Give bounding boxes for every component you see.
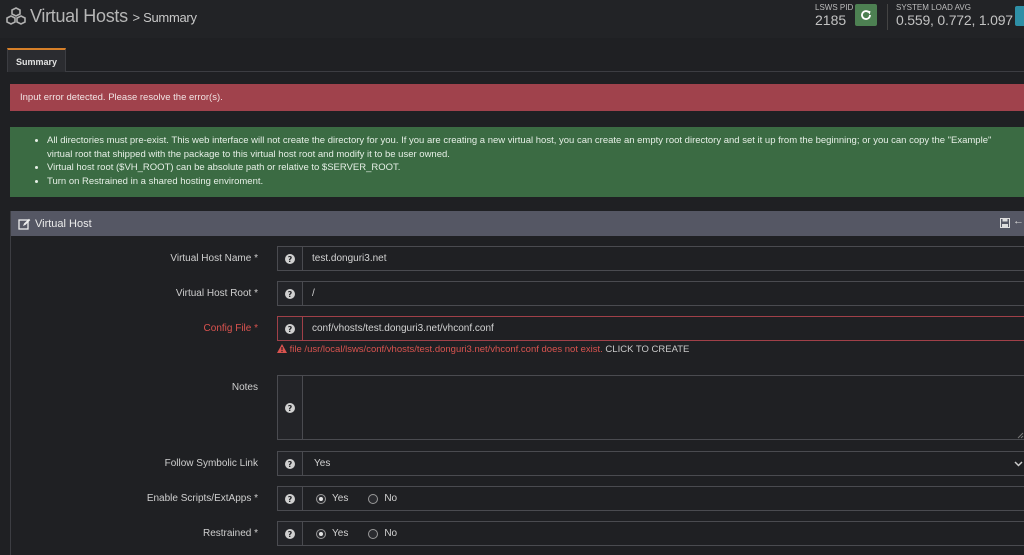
cubes-icon (6, 7, 26, 25)
enable-scripts-no-option[interactable]: No (368, 493, 397, 504)
radio-button[interactable] (368, 528, 379, 539)
vh-root-input[interactable]: / (303, 281, 1024, 306)
panel-title: Virtual Host (35, 217, 92, 230)
info-item: Turn on Restrained in a shared hosting e… (47, 175, 1008, 189)
vh-name-input[interactable]: test.donguri3.net (303, 246, 1024, 271)
config-file-error: file /usr/local/lsws/conf/vhosts/test.do… (277, 344, 689, 355)
svg-text:?: ? (288, 495, 293, 504)
question-circle-icon: ? (285, 493, 295, 504)
radio-label: No (384, 493, 398, 504)
follow-symlink-value: Yes (314, 458, 331, 469)
help-button[interactable]: ? (277, 486, 303, 511)
radio-label: No (384, 528, 398, 539)
radio-label: Yes (332, 528, 349, 539)
edit-icon (18, 218, 31, 230)
vh-root-label: Virtual Host Root * (175, 288, 258, 299)
load-label: SYSTEM LOAD AVG (896, 3, 971, 12)
top-bar: Virtual Hosts > Summary LSWS PID 2185 SY… (0, 0, 1024, 38)
help-button[interactable]: ? (277, 246, 303, 271)
refresh-icon (861, 10, 871, 20)
question-circle-icon: ? (285, 458, 295, 469)
follow-symlink-label: Follow Symbolic Link (164, 458, 258, 469)
page-title: Virtual Hosts > Summary (30, 6, 197, 27)
question-circle-icon: ? (285, 253, 295, 264)
restrained-yes-option[interactable]: Yes (316, 528, 348, 539)
svg-text:?: ? (288, 290, 293, 299)
config-file-error-text: file /usr/local/lsws/conf/vhosts/test.do… (289, 344, 603, 355)
enable-scripts-radio-group: Yes No (303, 486, 1024, 511)
question-circle-icon: ? (285, 323, 295, 334)
corner-action-button[interactable] (1015, 6, 1024, 26)
breadcrumb[interactable]: > Summary (133, 10, 197, 25)
radio-label: Yes (332, 493, 349, 504)
svg-text:?: ? (288, 404, 293, 413)
radio-button[interactable] (316, 493, 326, 504)
question-circle-icon: ? (285, 528, 295, 539)
help-button[interactable]: ? (277, 375, 303, 440)
panel-header: Virtual Host ← (11, 211, 1024, 236)
help-button[interactable]: ? (277, 316, 303, 341)
error-banner: Input error detected. Please resolve the… (10, 84, 1024, 111)
notes-textarea[interactable] (303, 375, 1024, 440)
warning-icon (277, 344, 287, 353)
pid-value: 2185 (815, 12, 847, 28)
info-item: Virtual host root ($VH_ROOT) can be abso… (47, 161, 1008, 175)
svg-text:?: ? (288, 255, 293, 264)
help-button[interactable]: ? (277, 451, 303, 476)
header-divider (887, 4, 888, 30)
load-value: 0.559, 0.772, 1.097 (896, 12, 1013, 28)
svg-text:?: ? (288, 325, 293, 334)
radio-button[interactable] (316, 528, 326, 539)
tab-summary[interactable]: Summary (7, 48, 66, 72)
restrained-label: Restrained * (202, 528, 258, 539)
restrained-no-option[interactable]: No (368, 528, 397, 539)
restart-button[interactable] (855, 4, 877, 26)
chevron-down-icon (1014, 461, 1023, 467)
pid-label: LSWS PID (815, 3, 854, 12)
notes-label: Notes (231, 382, 258, 393)
enable-scripts-yes-option[interactable]: Yes (316, 493, 348, 504)
question-circle-icon: ? (285, 288, 295, 299)
config-file-input[interactable]: conf/vhosts/test.donguri3.net/vhconf.con… (303, 316, 1024, 341)
help-button[interactable]: ? (277, 281, 303, 306)
save-icon[interactable] (1000, 218, 1010, 228)
tab-divider (66, 71, 1024, 72)
follow-symlink-select[interactable]: Yes (303, 451, 1024, 476)
info-item: All directories must pre-exist. This web… (47, 134, 1008, 161)
vh-name-label: Virtual Host Name * (170, 253, 258, 264)
svg-text:?: ? (288, 460, 293, 469)
question-circle-icon: ? (285, 402, 295, 413)
more-icon[interactable]: ← (1013, 215, 1024, 227)
enable-scripts-label: Enable Scripts/ExtApps * (146, 493, 258, 504)
config-file-label: Config File * (203, 323, 258, 334)
svg-text:?: ? (288, 530, 293, 539)
virtual-host-panel: Virtual Host ← Virtual Host Name * ? tes… (10, 211, 1024, 555)
radio-button[interactable] (368, 493, 379, 504)
restrained-radio-group: Yes No (303, 521, 1024, 546)
title-text: Virtual Hosts (30, 6, 128, 26)
info-box: All directories must pre-exist. This web… (10, 127, 1024, 197)
help-button[interactable]: ? (277, 521, 303, 546)
resize-handle-icon[interactable] (1016, 431, 1024, 439)
click-to-create-link[interactable]: CLICK TO CREATE (605, 344, 689, 355)
